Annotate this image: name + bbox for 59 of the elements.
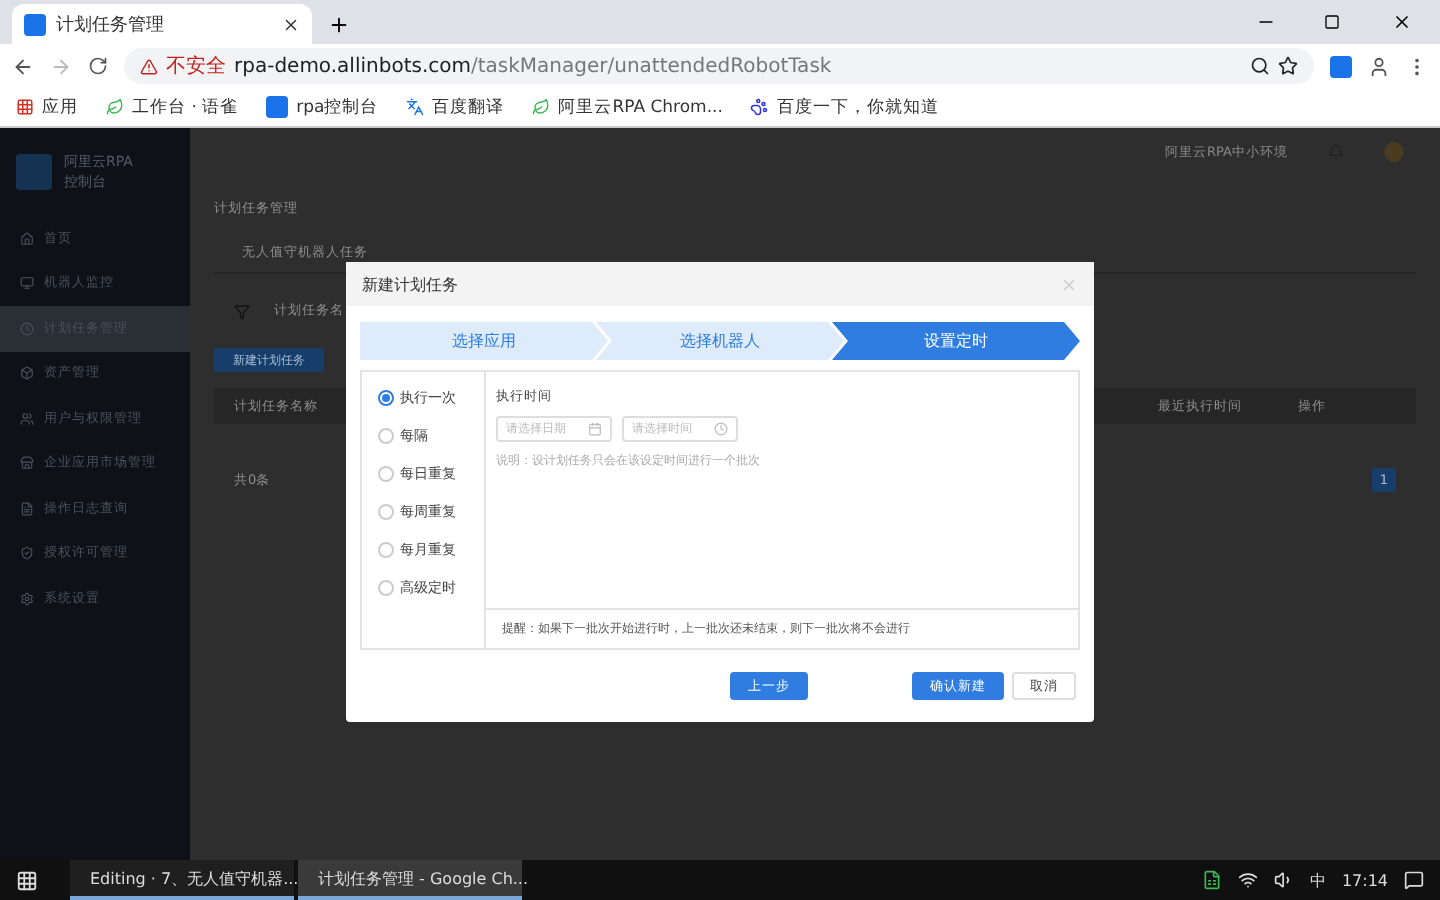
taskbar-window[interactable]: Editing · 7、无人值守机器... (70, 860, 294, 900)
clock-time: 17:14 (1341, 871, 1388, 889)
spreadsheet-icon[interactable] (1201, 870, 1222, 890)
leaf-icon (106, 98, 124, 116)
profile-icon[interactable] (1368, 55, 1390, 77)
warning-icon (140, 57, 158, 75)
dialog-title: 新建计划任务 (362, 273, 458, 295)
bookmark-link[interactable]: 百度翻译 (432, 95, 505, 119)
new-tab-icon[interactable] (328, 14, 350, 36)
menu-item-icon (20, 411, 34, 426)
radio-button[interactable] (378, 428, 394, 444)
network-icon[interactable] (1237, 870, 1258, 890)
menu-item-icon (20, 321, 34, 336)
translate-icon (406, 98, 425, 116)
menu-item-icon (20, 546, 34, 561)
radio-button[interactable] (378, 504, 394, 520)
step-tab[interactable]: 选择机器人 (596, 322, 844, 360)
clock-icon (714, 422, 728, 436)
back-icon[interactable] (12, 55, 34, 77)
menu-item-icon (20, 366, 34, 381)
ime-indicator[interactable]: 中 (1309, 869, 1326, 891)
zoom-icon[interactable] (1250, 56, 1270, 76)
step-tab[interactable]: 设置定时 (832, 322, 1080, 360)
brand-logo-icon (16, 154, 52, 190)
radio-button[interactable] (378, 390, 394, 406)
bookmark-link[interactable]: 应用 (42, 95, 78, 119)
bookmark-star-icon[interactable] (1278, 56, 1298, 76)
bookmark-link[interactable]: 工作台 · 语雀 (132, 95, 239, 119)
url-text: rpa-demo.allinbots.com/taskManager/unattendedRobotTask (234, 55, 832, 77)
menu-item-icon (20, 231, 34, 246)
volume-icon[interactable] (1273, 870, 1294, 890)
menu-item-icon (20, 591, 34, 606)
notification-icon[interactable] (1404, 870, 1424, 890)
radio-button[interactable] (378, 580, 394, 596)
radio-button[interactable] (378, 466, 394, 482)
bookmark-link[interactable]: 百度一下，你就知道 (776, 95, 939, 119)
apps-grid-icon (16, 98, 34, 116)
leaf-icon (532, 98, 551, 116)
maximize-icon[interactable] (1324, 14, 1340, 30)
app-logo-icon (24, 13, 46, 35)
extension-icon[interactable] (1330, 55, 1352, 77)
app-logo-icon (266, 96, 289, 118)
close-icon[interactable] (282, 15, 300, 33)
bookmark-link[interactable]: 阿里云RPA Chrom... (558, 95, 723, 119)
security-warning: 不安全 (166, 53, 226, 80)
paw-icon (750, 98, 769, 116)
calendar-icon (588, 422, 602, 436)
menu-item-icon (20, 276, 34, 291)
close-window-icon[interactable] (1392, 12, 1412, 32)
start-icon[interactable] (16, 869, 38, 891)
reload-icon[interactable] (88, 56, 108, 76)
browser-tab[interactable]: 计划任务管理 (12, 4, 312, 44)
step-tab[interactable]: 选择应用 (360, 322, 608, 360)
menu-item-icon (20, 456, 34, 471)
address-bar[interactable]: 不安全 rpa-demo.allinbots.com/taskManager/unattendedRobotTask (124, 48, 1314, 84)
radio-button[interactable] (378, 542, 394, 558)
bookmark-link[interactable]: rpa控制台 (296, 95, 379, 119)
menu-item-icon (20, 501, 34, 516)
taskbar-window[interactable]: 计划任务管理 - Google Ch... (298, 860, 522, 900)
